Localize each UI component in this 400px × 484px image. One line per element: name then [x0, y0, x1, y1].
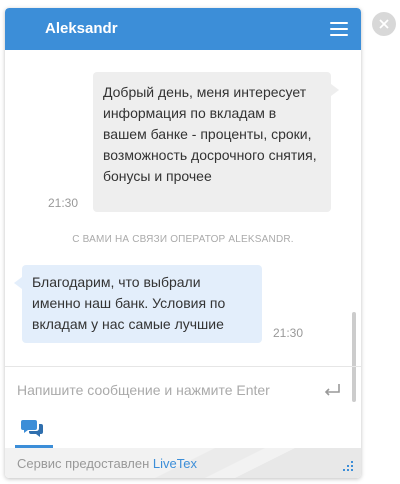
message-input[interactable]: [17, 377, 317, 403]
operator-name: Aleksandr: [45, 20, 118, 37]
footer: Сервис предоставлен LiveTex: [5, 448, 361, 478]
outgoing-message-time: 21:30: [48, 196, 79, 210]
menu-icon[interactable]: [330, 22, 348, 36]
footer-prefix: Сервис предоставлен: [17, 456, 153, 471]
incoming-message-time: 21:30: [273, 326, 304, 340]
footer-credit: Сервис предоставлен LiveTex: [17, 456, 197, 471]
outgoing-message: Добрый день, меня интересует информация …: [93, 72, 339, 212]
enter-icon[interactable]: [323, 383, 341, 397]
incoming-message: Благодарим, что выбрали именно наш банк.…: [14, 265, 262, 343]
widget-tabs: [5, 414, 361, 448]
chat-bubbles-icon: [21, 420, 43, 437]
resize-grip-icon[interactable]: [342, 461, 354, 471]
close-button[interactable]: [372, 12, 396, 36]
livetex-link[interactable]: LiveTex: [153, 456, 197, 471]
message-list: Добрый день, меня интересует информация …: [5, 50, 361, 402]
chat-header: Aleksandr: [5, 8, 361, 50]
chat-widget: Aleksandr Добрый день, меня интересует и…: [5, 8, 361, 478]
tab-chat[interactable]: [15, 414, 53, 448]
close-icon: [379, 19, 389, 29]
composer: [5, 366, 361, 414]
operator-notice: С ВАМИ НА СВЯЗИ ОПЕРАТОР ALEKSANDR.: [72, 234, 294, 245]
